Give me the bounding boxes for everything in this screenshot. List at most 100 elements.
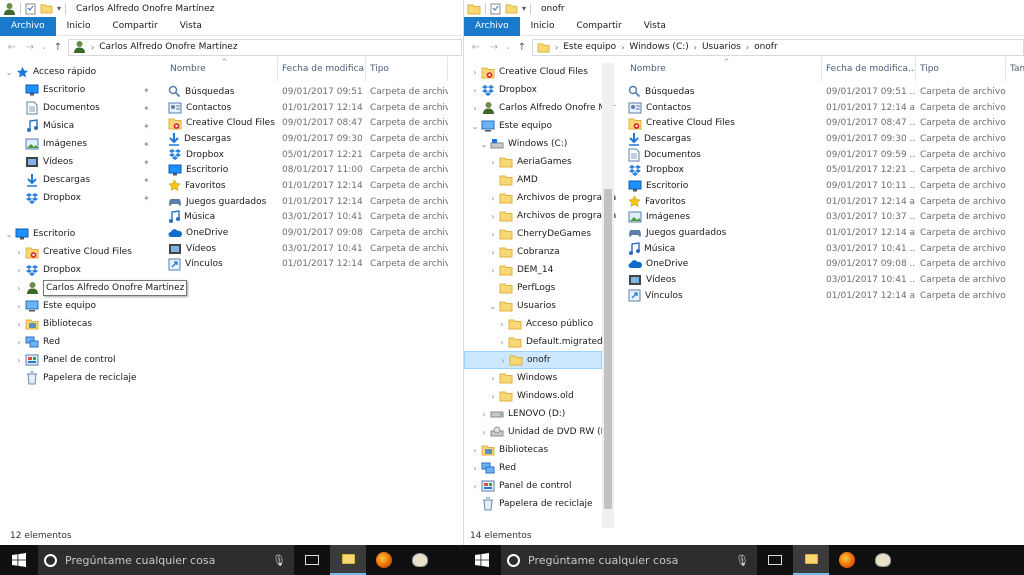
- tab-vista[interactable]: Vista: [633, 17, 677, 36]
- breadcrumb-item[interactable]: Carlos Alfredo Onofre Martínez: [99, 42, 237, 52]
- nav-item[interactable]: › Archivos de programa: [464, 207, 616, 225]
- expand-chevron-icon[interactable]: ›: [470, 86, 480, 95]
- nav-item[interactable]: PerfLogs: [464, 279, 602, 297]
- breadcrumb-chevron-icon[interactable]: ›: [91, 43, 94, 52]
- nav-item[interactable]: › Bibliotecas: [464, 441, 602, 459]
- tab-archivo[interactable]: Archivo: [464, 16, 520, 36]
- nav-item[interactable]: › Red: [464, 459, 602, 477]
- tab-inicio[interactable]: Inicio: [520, 17, 566, 36]
- back-icon[interactable]: ←: [468, 42, 484, 53]
- nav-item[interactable]: › Carlos Alfredo Onofre Mar: [464, 99, 615, 117]
- file-row[interactable]: Búsquedas 09/01/2017 09:51 ... Carpeta de …: [626, 84, 1006, 100]
- expand-chevron-icon[interactable]: ›: [488, 392, 498, 401]
- nav-item[interactable]: Vídeos ✦: [0, 153, 158, 171]
- breadcrumb-chevron-icon[interactable]: ›: [694, 43, 697, 52]
- nav-item[interactable]: Documentos ✦: [0, 99, 158, 117]
- taskbar-app-firefox[interactable]: [829, 545, 865, 575]
- quick-access-dropdown-icon[interactable]: ▾: [522, 4, 526, 13]
- nav-item[interactable]: › Dropbox: [464, 81, 602, 99]
- recent-locations-icon[interactable]: ⌄: [40, 43, 48, 51]
- expand-chevron-icon[interactable]: ›: [488, 158, 498, 167]
- file-row[interactable]: Escritorio 09/01/2017 10:11 ... Carpeta de…: [626, 178, 1006, 194]
- tab-vista[interactable]: Vista: [169, 17, 213, 36]
- file-row[interactable]: Documentos 09/01/2017 09:59 ... Carpeta de…: [626, 147, 1006, 163]
- file-row[interactable]: Favoritos 01/01/2017 12:14 a... Carpeta de…: [626, 194, 1006, 210]
- start-button[interactable]: [463, 545, 501, 575]
- address-path[interactable]: › Este equipo › Windows (C:) › Usuarios › onofr: [532, 38, 1024, 56]
- breadcrumb-chevron-icon[interactable]: ›: [746, 43, 749, 52]
- up-icon[interactable]: ↑: [50, 42, 66, 53]
- nav-item[interactable]: ⌄ Escritorio: [0, 225, 158, 243]
- column-header-type[interactable]: Tipo: [366, 57, 448, 81]
- scrollbar-thumb[interactable]: [604, 188, 612, 510]
- expand-chevron-icon[interactable]: ›: [479, 410, 489, 419]
- forward-icon[interactable]: →: [486, 42, 502, 53]
- file-row[interactable]: Vínculos 01/01/2017 12:14 a... Carpeta de …: [166, 257, 448, 273]
- nav-item[interactable]: › Windows.old: [464, 387, 602, 405]
- collapse-chevron-icon[interactable]: ⌄: [4, 68, 14, 77]
- taskbar-app-paint[interactable]: [865, 545, 901, 575]
- new-folder-icon[interactable]: [505, 3, 518, 14]
- taskbar-app-explorer[interactable]: [330, 545, 366, 575]
- column-header-size[interactable]: Tama: [1006, 57, 1024, 81]
- navigation-scrollbar[interactable]: [602, 63, 614, 528]
- expand-chevron-icon[interactable]: ›: [470, 68, 480, 77]
- pin-icon[interactable]: ✦: [143, 158, 150, 167]
- nav-item[interactable]: › Carlos Alfredo Onofre Martínez: [0, 279, 188, 297]
- column-header-name[interactable]: Nombre ^: [166, 57, 278, 81]
- file-row[interactable]: Escritorio 08/01/2017 11:00 ... Carpeta de…: [166, 162, 448, 178]
- nav-item[interactable]: › LENOVO (D:): [464, 405, 602, 423]
- nav-item[interactable]: Escritorio ✦: [0, 81, 158, 99]
- breadcrumb-chevron-icon[interactable]: ›: [621, 43, 624, 52]
- microphone-icon[interactable]: 🎙: [272, 554, 286, 567]
- pin-icon[interactable]: ✦: [143, 140, 150, 149]
- expand-chevron-icon[interactable]: ›: [498, 356, 508, 365]
- nav-item[interactable]: › AeriaGames: [464, 153, 602, 171]
- expand-chevron-icon[interactable]: ›: [497, 338, 507, 347]
- expand-chevron-icon[interactable]: ›: [488, 194, 498, 203]
- expand-chevron-icon[interactable]: ›: [14, 284, 24, 293]
- file-row[interactable]: Creative Cloud Files 09/01/2017 08:47 ...…: [166, 115, 448, 131]
- pin-icon[interactable]: ✦: [143, 176, 150, 185]
- task-view-button[interactable]: [294, 545, 330, 575]
- expand-chevron-icon[interactable]: ›: [488, 374, 498, 383]
- file-row[interactable]: Descargas 09/01/2017 09:30 ... Carpeta de …: [166, 131, 448, 147]
- expand-chevron-icon[interactable]: ›: [488, 212, 498, 221]
- nav-item[interactable]: › Este equipo: [0, 297, 158, 315]
- tab-compartir[interactable]: Compartir: [101, 17, 168, 36]
- file-row[interactable]: Imágenes 03/01/2017 10:37 ... Carpeta de a…: [626, 210, 1006, 226]
- back-icon[interactable]: ←: [4, 42, 20, 53]
- nav-item[interactable]: ⌄ Windows (C:): [464, 135, 602, 153]
- properties-icon[interactable]: [490, 3, 501, 15]
- nav-item[interactable]: › Panel de control: [464, 477, 602, 495]
- taskbar-app-paint[interactable]: [402, 545, 438, 575]
- taskbar-app-firefox[interactable]: [366, 545, 402, 575]
- nav-item[interactable]: Dropbox ✦: [0, 189, 158, 207]
- up-icon[interactable]: ↑: [514, 42, 530, 53]
- collapse-chevron-icon[interactable]: ⌄: [488, 302, 498, 311]
- breadcrumb-chevron-icon[interactable]: ›: [555, 43, 558, 52]
- file-row[interactable]: Contactos 01/01/2017 12:14 a... Carpeta de…: [166, 100, 448, 116]
- expand-chevron-icon[interactable]: ›: [479, 428, 489, 437]
- file-row[interactable]: Música 03/01/2017 10:41 ... Carpeta de arc…: [626, 241, 1006, 257]
- nav-item[interactable]: › Acceso público: [464, 315, 602, 333]
- start-button[interactable]: [0, 545, 38, 575]
- tab-archivo[interactable]: Archivo: [0, 16, 56, 36]
- breadcrumb-item[interactable]: Este equipo: [563, 42, 616, 52]
- expand-chevron-icon[interactable]: ›: [488, 248, 498, 257]
- nav-item[interactable]: Música ✦: [0, 117, 158, 135]
- expand-chevron-icon[interactable]: ›: [14, 248, 24, 257]
- forward-icon[interactable]: →: [22, 42, 38, 53]
- nav-item[interactable]: › Creative Cloud Files: [0, 243, 158, 261]
- nav-item[interactable]: › Panel de control: [0, 351, 158, 369]
- expand-chevron-icon[interactable]: ›: [14, 302, 24, 311]
- file-row[interactable]: Vínculos 01/01/2017 12:14 a... Carpeta de …: [626, 288, 1006, 304]
- nav-item[interactable]: ⌄ Este equipo: [464, 117, 602, 135]
- nav-item[interactable]: ⌄ Acceso rápido: [0, 63, 158, 81]
- file-row[interactable]: Dropbox 05/01/2017 12:21 ... Carpeta de ar…: [626, 162, 1006, 178]
- nav-item[interactable]: Papelera de reciclaje: [464, 495, 602, 513]
- microphone-icon[interactable]: 🎙: [735, 554, 749, 567]
- file-row[interactable]: Juegos guardados 01/01/2017 12:14 a... Car…: [626, 225, 1006, 241]
- file-row[interactable]: Contactos 01/01/2017 12:14 a... Carpeta de…: [626, 100, 1006, 116]
- collapse-chevron-icon[interactable]: ⌄: [470, 122, 480, 131]
